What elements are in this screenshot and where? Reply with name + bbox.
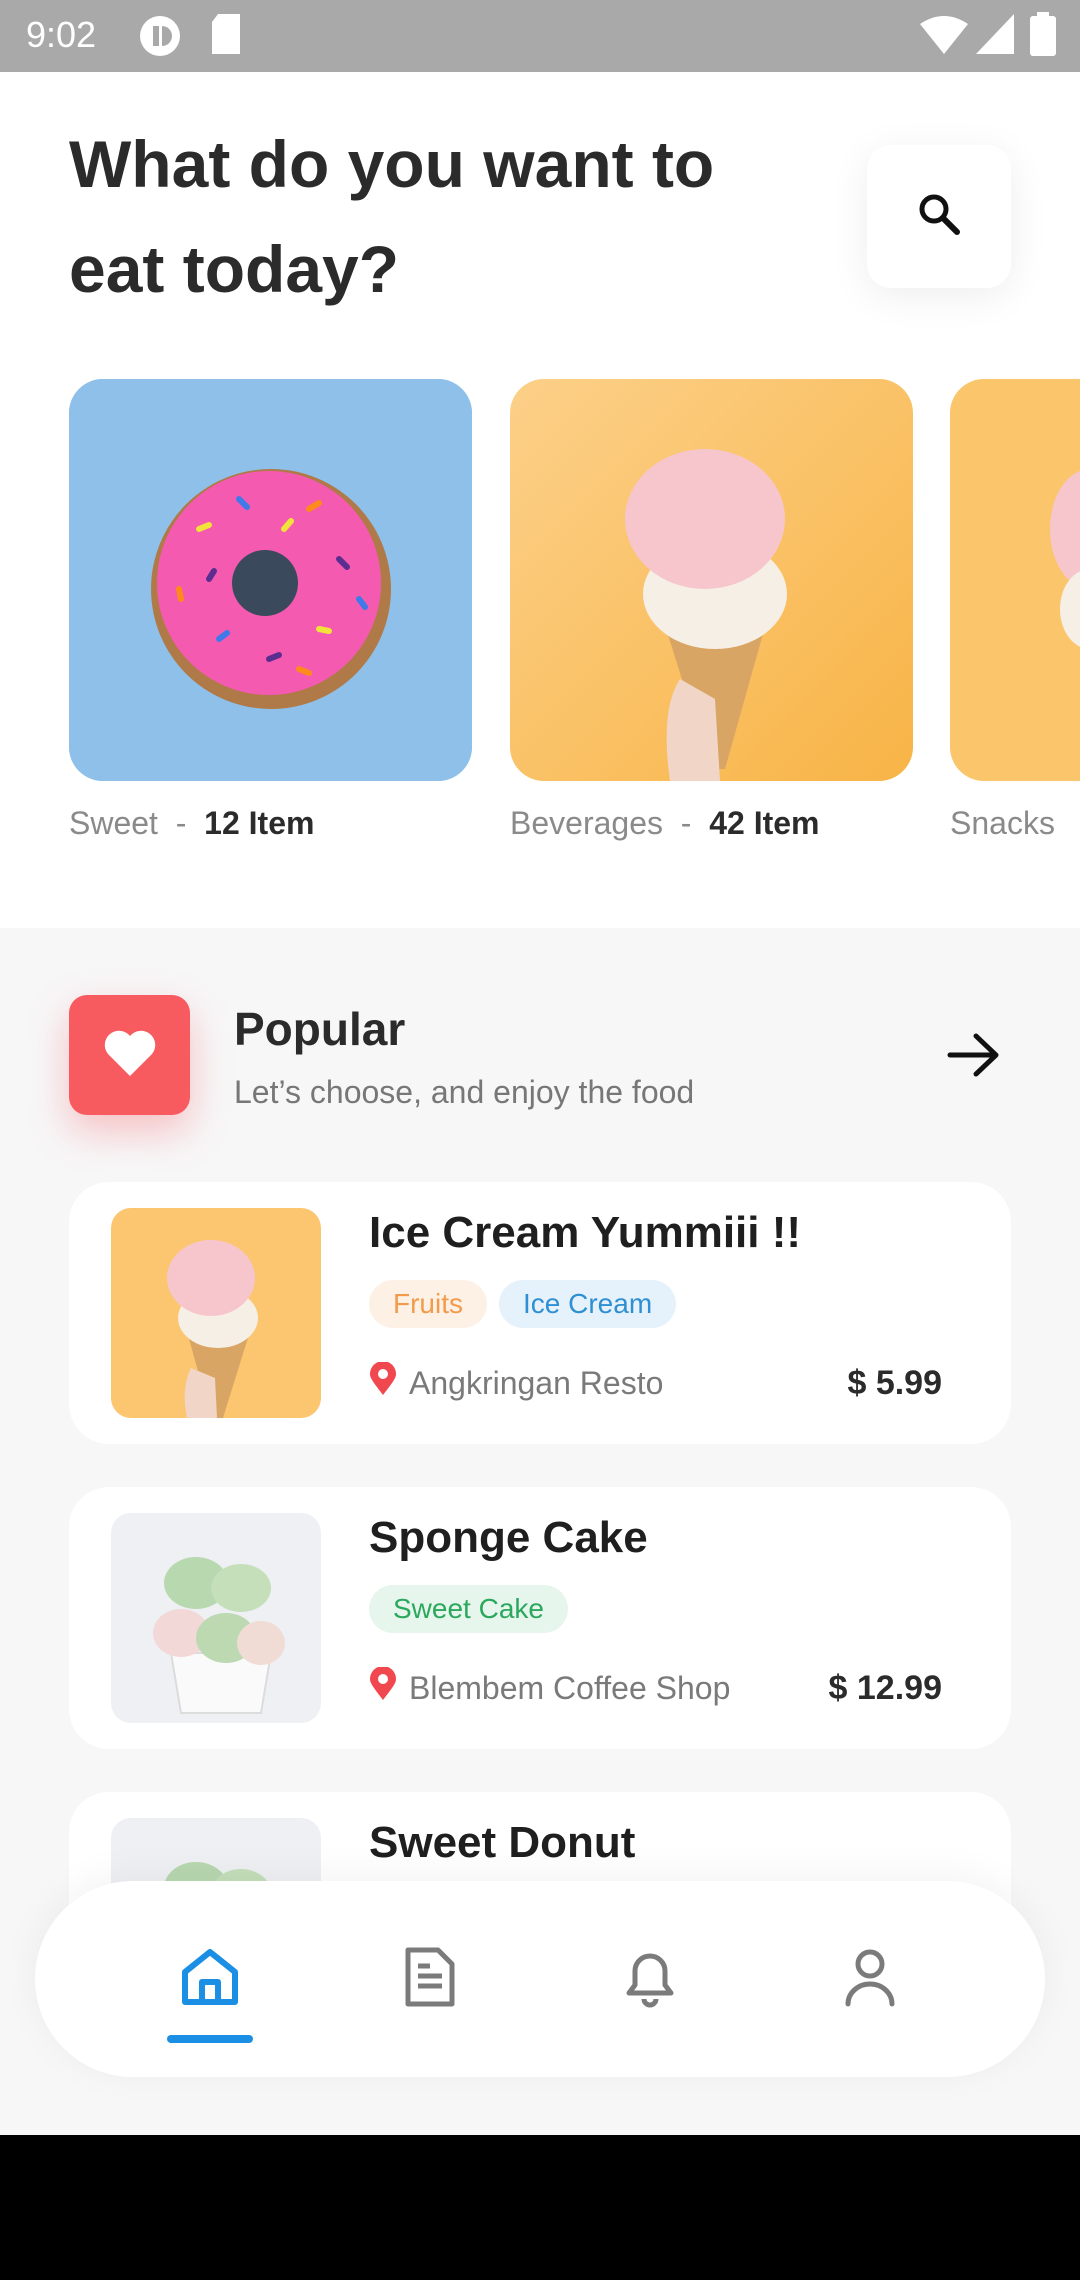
nav-home[interactable] xyxy=(140,1881,280,2077)
user-icon xyxy=(842,1946,898,2013)
nav-profile[interactable] xyxy=(800,1881,940,2077)
food-image xyxy=(111,1513,321,1723)
page-title: What do you want to eat today? xyxy=(69,127,715,306)
food-title: Sponge Cake xyxy=(369,1513,648,1562)
see-all-button[interactable] xyxy=(946,1030,1002,1085)
food-price: $ 5.99 xyxy=(847,1364,942,1402)
popular-title: Popular xyxy=(234,1003,406,1055)
category-name: Sweet xyxy=(69,805,158,841)
sd-card-icon xyxy=(210,14,242,59)
category-card-snacks[interactable]: Snacks xyxy=(950,379,1080,842)
active-tab-indicator xyxy=(167,2035,253,2043)
bell-icon xyxy=(621,1945,679,2014)
signal-icon xyxy=(976,14,1014,59)
category-count: 12 Item xyxy=(204,805,315,841)
category-name: Snacks xyxy=(950,805,1055,841)
nav-notifications[interactable] xyxy=(580,1881,720,2077)
tag: Fruits xyxy=(369,1280,487,1328)
popular-subtitle: Let’s choose, and enjoy the food xyxy=(234,1074,695,1110)
battery-icon xyxy=(1030,12,1056,61)
wifi-icon xyxy=(920,16,968,59)
food-tags: Sweet Cake xyxy=(369,1585,568,1633)
ice-cream-image xyxy=(510,379,913,781)
category-card-beverages[interactable]: Beverages - 42 Item xyxy=(510,379,913,842)
bottom-navigation xyxy=(35,1881,1045,2077)
document-icon xyxy=(402,1946,458,2013)
app-notification-icon xyxy=(138,14,182,63)
arrow-right-icon xyxy=(946,1033,1002,1084)
restaurant-name: Angkringan Resto xyxy=(409,1364,664,1401)
snacks-image xyxy=(950,379,1080,781)
donut-image xyxy=(69,379,472,781)
status-bar: 9:02 xyxy=(0,0,1080,72)
food-tags: Fruits Ice Cream xyxy=(369,1280,677,1328)
location-pin-icon xyxy=(369,1361,397,1404)
food-image xyxy=(111,1208,321,1418)
tag: Ice Cream xyxy=(499,1280,677,1328)
tag: Sweet Cake xyxy=(369,1585,568,1633)
restaurant-name: Blembem Coffee Shop xyxy=(409,1669,731,1706)
category-name: Beverages xyxy=(510,805,663,841)
nav-orders[interactable] xyxy=(360,1881,500,2077)
app-screen: 9:02 What do you want to eat today? Swee… xyxy=(0,0,1080,2135)
food-title: Sweet Donut xyxy=(369,1818,636,1867)
food-card[interactable]: Ice Cream Yummiii !! Fruits Ice Cream An… xyxy=(69,1182,1011,1444)
location-pin-icon xyxy=(369,1666,397,1709)
popular-badge xyxy=(69,995,190,1115)
search-button[interactable] xyxy=(867,145,1011,288)
heart-icon xyxy=(102,1028,158,1083)
home-icon xyxy=(179,1946,241,2013)
search-icon xyxy=(917,192,961,241)
category-count: 42 Item xyxy=(709,805,820,841)
food-title: Ice Cream Yummiii !! xyxy=(369,1208,802,1257)
status-time: 9:02 xyxy=(26,14,97,55)
food-card[interactable]: Sponge Cake Sweet Cake Blembem Coffee Sh… xyxy=(69,1487,1011,1749)
food-price: $ 12.99 xyxy=(828,1669,942,1707)
category-card-sweet[interactable]: Sweet - 12 Item xyxy=(69,379,472,842)
